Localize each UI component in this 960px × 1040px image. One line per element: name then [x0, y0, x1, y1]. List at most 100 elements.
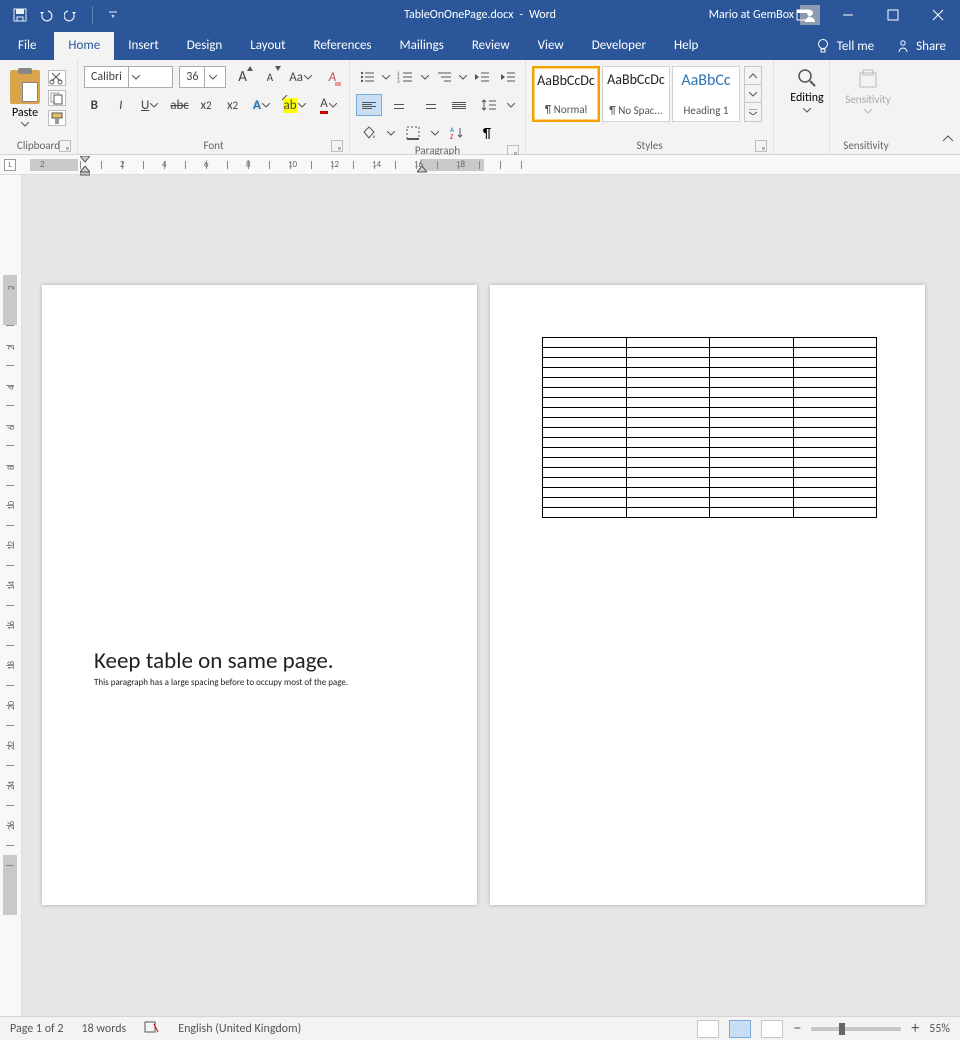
tab-help[interactable]: Help: [660, 32, 712, 60]
qat-customize-icon[interactable]: [105, 7, 121, 23]
vertical-ruler[interactable]: 22468101214161820222426: [0, 175, 22, 1016]
group-editing: Editing: [774, 60, 830, 154]
status-bar: Page 1 of 2 18 words English (United Kin…: [0, 1016, 960, 1040]
font-name-combo[interactable]: Calibri: [84, 66, 173, 88]
grow-font-button[interactable]: A: [232, 66, 253, 88]
shading-button[interactable]: [356, 122, 382, 144]
show-marks-button[interactable]: ¶: [474, 122, 500, 144]
tab-layout[interactable]: Layout: [236, 32, 299, 60]
horizontal-ruler[interactable]: L 224681012141618: [0, 155, 960, 175]
line-spacing-button[interactable]: [476, 94, 502, 116]
share-button[interactable]: Share: [892, 33, 950, 60]
text-effects-button[interactable]: A: [249, 94, 275, 116]
clear-formatting-button[interactable]: A: [322, 66, 343, 88]
ribbon-display-icon[interactable]: [780, 0, 825, 30]
shrink-font-button[interactable]: A: [259, 66, 280, 88]
minimize-icon[interactable]: [825, 0, 870, 30]
strikethrough-button[interactable]: abc: [169, 94, 190, 116]
tab-home[interactable]: Home: [54, 32, 114, 60]
tab-mailings[interactable]: Mailings: [386, 32, 458, 60]
multilevel-button[interactable]: [433, 66, 455, 88]
zoom-level[interactable]: 55%: [929, 1022, 950, 1036]
underline-button[interactable]: U: [137, 94, 163, 116]
tab-file[interactable]: File: [0, 32, 54, 60]
style---normal[interactable]: AaBbCcDc¶ Normal: [532, 66, 600, 122]
maximize-icon[interactable]: [870, 0, 915, 30]
dialog-launcher-icon[interactable]: [59, 140, 71, 152]
zoom-out-icon[interactable]: −: [793, 1019, 801, 1038]
styles-more-icon[interactable]: [745, 103, 761, 121]
bullets-button[interactable]: [356, 66, 378, 88]
subscript-button[interactable]: x2: [196, 94, 217, 116]
change-case-button[interactable]: Aa: [287, 66, 316, 88]
collapse-ribbon-icon[interactable]: [942, 131, 954, 150]
tab-design[interactable]: Design: [173, 32, 236, 60]
tab-review[interactable]: Review: [458, 32, 524, 60]
tab-references[interactable]: References: [300, 32, 386, 60]
magnifier-icon: [797, 68, 817, 88]
chevron-down-icon: [21, 122, 29, 127]
word-count[interactable]: 18 words: [82, 1022, 127, 1036]
undo-icon[interactable]: [38, 7, 54, 23]
sort-button[interactable]: AZ: [444, 122, 470, 144]
justify-button[interactable]: [446, 94, 472, 116]
web-layout-icon[interactable]: [761, 1020, 783, 1038]
style-heading-1[interactable]: AaBbCcHeading 1: [672, 66, 740, 122]
borders-button[interactable]: [400, 122, 426, 144]
editing-button[interactable]: Editing: [780, 64, 834, 113]
style---no-spac---[interactable]: AaBbCcDc¶ No Spac...: [602, 66, 670, 122]
language-indicator[interactable]: English (United Kingdom): [178, 1022, 301, 1036]
close-icon[interactable]: [915, 0, 960, 30]
doc-table[interactable]: [542, 337, 877, 518]
tab-insert[interactable]: Insert: [114, 32, 173, 60]
numbering-button[interactable]: 123: [394, 66, 416, 88]
styles-up-icon[interactable]: [745, 67, 761, 85]
share-icon: [896, 39, 910, 53]
tab-selector-icon[interactable]: L: [4, 159, 16, 171]
doc-paragraph[interactable]: This paragraph has a large spacing befor…: [94, 677, 348, 688]
tell-me[interactable]: Tell me: [811, 32, 878, 60]
ribbon: Paste Clipboard Calibri 36 A A Aa A B: [0, 60, 960, 155]
highlight-button[interactable]: ab: [281, 94, 309, 116]
align-right-button[interactable]: [416, 94, 442, 116]
paste-button[interactable]: Paste: [6, 68, 44, 129]
decrease-indent-button[interactable]: [471, 66, 493, 88]
app-name: Word: [529, 8, 556, 22]
doc-heading[interactable]: Keep table on same page.: [94, 647, 334, 675]
align-left-button[interactable]: [356, 94, 382, 116]
align-center-button[interactable]: [386, 94, 412, 116]
tab-developer[interactable]: Developer: [578, 32, 660, 60]
svg-text:Z: Z: [450, 132, 454, 140]
sensitivity-button: Sensitivity: [836, 64, 900, 114]
format-painter-icon[interactable]: [48, 110, 66, 126]
document-canvas[interactable]: Keep table on same page. This paragraph …: [22, 175, 960, 1016]
cut-icon[interactable]: [48, 70, 66, 86]
copy-icon[interactable]: [48, 90, 66, 106]
redo-icon[interactable]: [64, 7, 80, 23]
page-2: [490, 285, 925, 905]
bold-button[interactable]: B: [84, 94, 105, 116]
increase-indent-button[interactable]: [497, 66, 519, 88]
window-controls: [780, 0, 960, 30]
styles-down-icon[interactable]: [745, 85, 761, 103]
read-mode-icon[interactable]: [697, 1020, 719, 1038]
zoom-in-icon[interactable]: +: [911, 1019, 919, 1038]
paste-icon: [10, 70, 40, 104]
ribbon-tabs: FileHomeInsertDesignLayoutReferencesMail…: [0, 30, 960, 60]
italic-button[interactable]: I: [111, 94, 132, 116]
spellcheck-icon[interactable]: [144, 1020, 160, 1038]
sensitivity-icon: [857, 68, 879, 90]
chevron-down-icon: [803, 108, 811, 113]
dialog-launcher-icon[interactable]: [755, 140, 767, 152]
superscript-button[interactable]: x2: [222, 94, 243, 116]
svg-text:1: 1: [397, 71, 400, 77]
save-icon[interactable]: [12, 7, 28, 23]
tab-view[interactable]: View: [524, 32, 578, 60]
svg-text:2: 2: [397, 75, 400, 81]
zoom-slider[interactable]: [811, 1027, 901, 1031]
page-indicator[interactable]: Page 1 of 2: [10, 1022, 64, 1036]
font-color-button[interactable]: A: [315, 94, 343, 116]
dialog-launcher-icon[interactable]: [331, 140, 343, 152]
font-size-combo[interactable]: 36: [179, 66, 226, 88]
print-layout-icon[interactable]: [729, 1020, 751, 1038]
